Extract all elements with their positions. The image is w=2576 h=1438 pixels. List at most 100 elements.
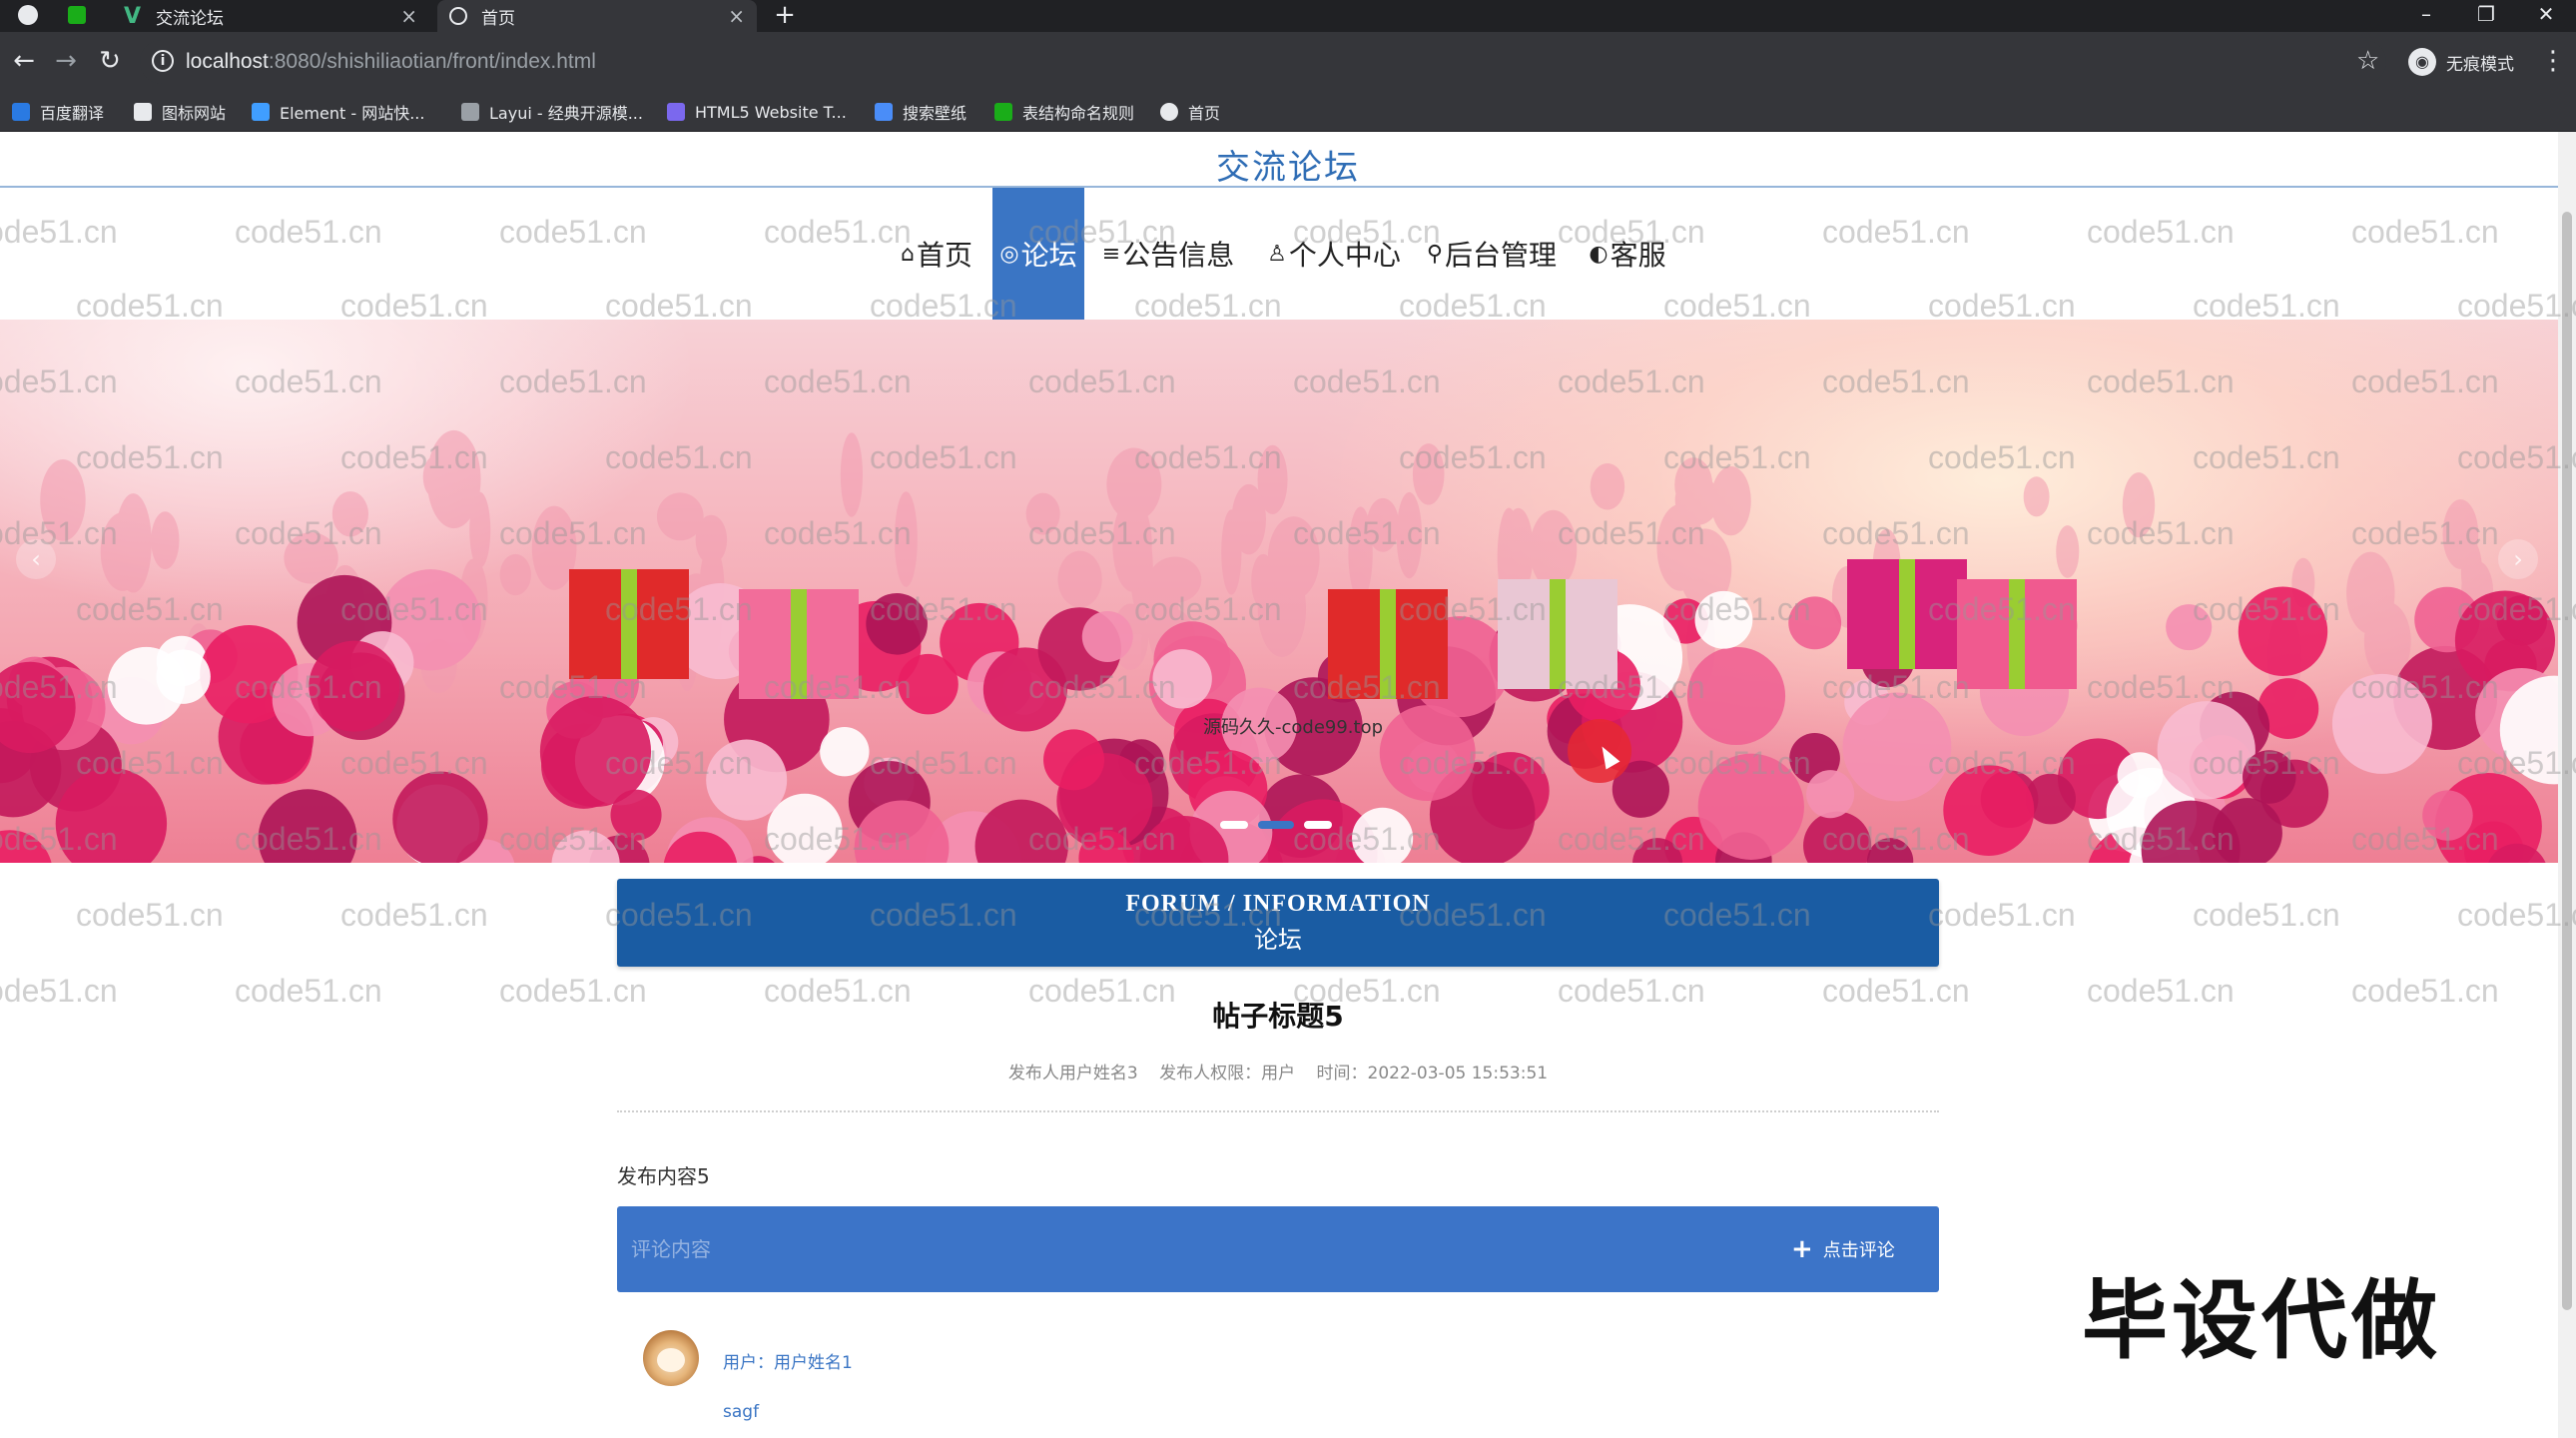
tab-home[interactable]: 首页 × bbox=[437, 0, 757, 32]
bookmark-icon bbox=[875, 103, 893, 121]
rose-shape bbox=[392, 771, 488, 863]
carousel-prev-button[interactable]: ‹ bbox=[16, 539, 56, 579]
browser-menu-icon[interactable]: ⋮ bbox=[2540, 46, 2566, 76]
nav-item-support[interactable]: ◐ 客服 bbox=[1580, 188, 1675, 320]
gift-ribbon bbox=[1899, 559, 1915, 669]
forward-button[interactable]: → bbox=[50, 46, 82, 78]
rose-shape bbox=[820, 727, 870, 777]
rose-shape bbox=[974, 799, 1068, 863]
bookmark-item[interactable]: 百度翻译 bbox=[12, 100, 104, 124]
sheet-icon bbox=[68, 6, 86, 24]
rose-shape bbox=[2117, 752, 2164, 799]
carousel-next-button[interactable]: › bbox=[2498, 539, 2538, 579]
leaf-shape bbox=[1674, 474, 1720, 525]
back-button[interactable]: ← bbox=[8, 46, 40, 78]
bookmark-star-icon[interactable]: ☆ bbox=[2356, 46, 2379, 76]
post-divider bbox=[617, 1110, 1939, 1112]
comment-user: 用户：用户姓名1 bbox=[723, 1353, 853, 1373]
rose-shape bbox=[2238, 586, 2328, 676]
avatar bbox=[643, 1330, 699, 1386]
url-text[interactable]: localhost:8080/shishiliaotian/front/inde… bbox=[186, 50, 596, 74]
incognito-icon: ◉ bbox=[2408, 48, 2436, 76]
bookmark-item[interactable]: 表结构命名规则 bbox=[994, 100, 1134, 124]
browser-app-icons bbox=[0, 0, 96, 32]
carousel-banner[interactable]: ‹ › 源码久久-code99.top bbox=[0, 320, 2576, 863]
leaf-shape bbox=[1412, 443, 1445, 505]
nav-label: 个人中心 bbox=[1288, 239, 1401, 272]
leaf-shape bbox=[2023, 476, 2050, 517]
submit-comment-button[interactable]: + 点击评论 bbox=[1791, 1232, 1895, 1266]
chrome-icon bbox=[18, 5, 38, 25]
bookmark-item[interactable]: HTML5 Website T... bbox=[667, 100, 847, 124]
leaf-shape bbox=[151, 511, 180, 570]
restore-button[interactable]: ❐ bbox=[2456, 0, 2516, 32]
list-icon: ≡ bbox=[1101, 241, 1121, 267]
close-icon[interactable]: × bbox=[728, 4, 745, 28]
new-tab-button[interactable]: + bbox=[769, 0, 801, 32]
rose-shape bbox=[866, 592, 928, 655]
minimize-button[interactable]: – bbox=[2396, 0, 2456, 32]
leaf-shape bbox=[115, 493, 152, 593]
rose-shape bbox=[551, 830, 620, 863]
carousel-dot-active[interactable] bbox=[1258, 821, 1294, 829]
leaf-shape bbox=[894, 491, 918, 587]
close-window-button[interactable]: ✕ bbox=[2516, 0, 2576, 32]
nav-item-admin[interactable]: ⚲ 后台管理 bbox=[1422, 188, 1562, 320]
bookmark-item[interactable]: 首页 bbox=[1160, 100, 1220, 124]
bookmark-icon bbox=[252, 103, 270, 121]
rose-shape bbox=[1379, 705, 1476, 801]
submit-comment-label: 点击评论 bbox=[1822, 1240, 1895, 1261]
bookmark-label: 表结构命名规则 bbox=[1022, 104, 1135, 123]
nav-item-profile[interactable]: ♙ 个人中心 bbox=[1260, 188, 1408, 320]
carousel-dot[interactable] bbox=[1304, 821, 1332, 829]
rose-shape bbox=[0, 830, 52, 863]
leaf-shape bbox=[284, 532, 338, 584]
bookmark-item[interactable]: 图标网站 bbox=[134, 100, 226, 124]
rose-shape bbox=[1043, 729, 1105, 791]
rose-shape bbox=[156, 649, 211, 704]
rose-shape bbox=[1788, 596, 1842, 650]
nav-item-home[interactable]: ⌂ 首页 bbox=[879, 188, 994, 320]
bookmark-item[interactable]: Element - 网站快... bbox=[252, 100, 424, 124]
rose-shape bbox=[2422, 790, 2473, 841]
bookmarks-bar: 百度翻译 图标网站 Element - 网站快... Layui - 经典开源模… bbox=[0, 92, 2576, 132]
nav-item-announcements[interactable]: ≡ 公告信息 bbox=[1094, 188, 1242, 320]
bookmark-item[interactable]: Layui - 经典开源模... bbox=[461, 100, 643, 124]
nav-item-forum[interactable]: ◎ 论坛 bbox=[992, 188, 1084, 320]
tab-forum[interactable]: V 交流论坛 × bbox=[112, 0, 429, 32]
address-bar[interactable]: i localhost:8080/shishiliaotian/front/in… bbox=[140, 40, 2386, 84]
rose-shape bbox=[2166, 604, 2213, 651]
post-author: 发布人用户姓名3 bbox=[1007, 1064, 1138, 1083]
post-title: 帖子标题5 bbox=[1212, 1000, 1344, 1033]
leaf-shape bbox=[1366, 497, 1400, 552]
bookmark-item[interactable]: 搜索壁纸 bbox=[875, 100, 966, 124]
link-icon: ⚲ bbox=[1426, 241, 1444, 267]
close-icon[interactable]: × bbox=[400, 4, 417, 28]
rose-shape bbox=[610, 789, 662, 841]
leaf-shape bbox=[1396, 491, 1423, 579]
rose-shape bbox=[309, 640, 400, 732]
browser-toolbar: ← → ↻ i localhost:8080/shishiliaotian/fr… bbox=[0, 32, 2576, 92]
post-time: 时间：2022-03-05 15:53:51 bbox=[1316, 1064, 1549, 1083]
post-permission: 发布人权限：用户 bbox=[1159, 1064, 1296, 1083]
carousel-dot[interactable] bbox=[1220, 821, 1248, 829]
leaf-shape bbox=[840, 432, 864, 517]
incognito-indicator[interactable]: ◉ 无痕模式 bbox=[2408, 44, 2514, 80]
leaf-shape bbox=[1025, 492, 1060, 535]
vue-icon: V bbox=[124, 3, 142, 29]
page-scrollbar[interactable] bbox=[2558, 132, 2576, 1438]
bookmark-label: HTML5 Website T... bbox=[695, 102, 847, 122]
info-icon[interactable]: i bbox=[152, 50, 174, 72]
leaf-shape bbox=[1267, 516, 1320, 600]
user-icon: ♙ bbox=[1267, 241, 1287, 267]
leaf-shape bbox=[1529, 509, 1578, 589]
reload-button[interactable]: ↻ bbox=[94, 46, 126, 78]
globe-icon bbox=[449, 7, 467, 25]
tab-label: 交流论坛 bbox=[156, 8, 224, 29]
gift-ribbon bbox=[2009, 579, 2025, 689]
comment-input[interactable] bbox=[631, 1230, 1669, 1268]
watermark-text: code51.cn bbox=[1928, 897, 2076, 933]
bookmark-label: Element - 网站快... bbox=[280, 104, 425, 123]
gift-ribbon bbox=[1380, 589, 1396, 699]
scrollbar-thumb[interactable] bbox=[2562, 212, 2572, 1310]
